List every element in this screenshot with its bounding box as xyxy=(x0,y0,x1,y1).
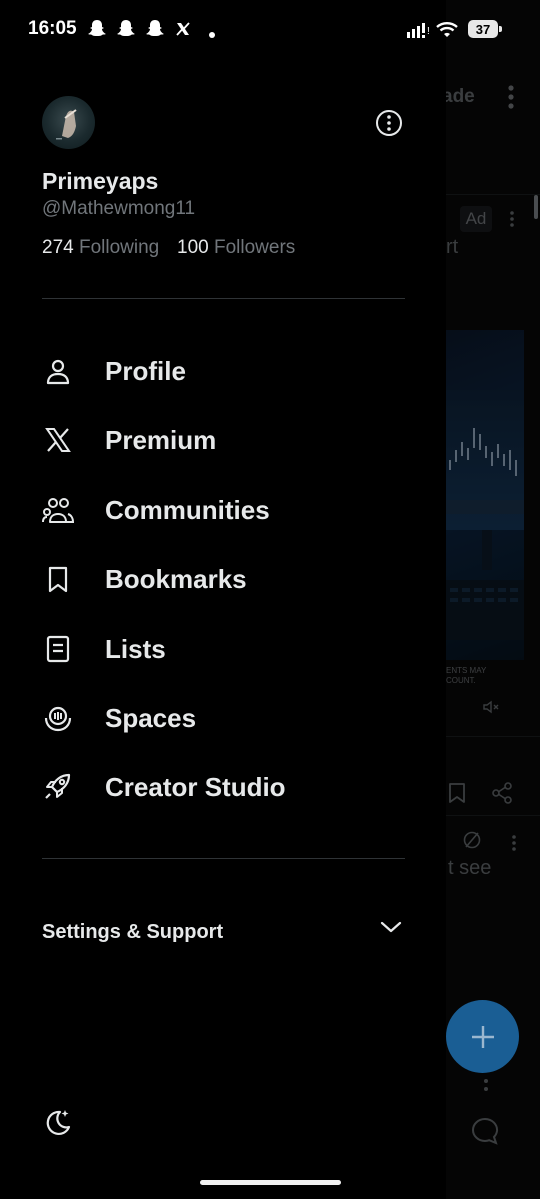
compose-button[interactable] xyxy=(446,1000,519,1073)
more-dots-icon xyxy=(483,1078,489,1099)
feed-post-text: rt xyxy=(446,236,459,258)
status-time: 16:05 xyxy=(28,18,77,39)
settings-support-toggle[interactable]: Settings & Support xyxy=(42,912,406,952)
share-action-icon[interactable] xyxy=(491,782,513,809)
menu-label: Bookmarks xyxy=(105,563,247,594)
user-handle: @Mathewmong11 xyxy=(42,198,196,219)
followers-link[interactable]: 100 Followers xyxy=(177,237,295,259)
following-label: Following xyxy=(78,237,160,258)
menu-item-spaces[interactable]: Spaces xyxy=(42,693,402,743)
hide-icon[interactable] xyxy=(462,830,482,855)
feed-header-text: ade xyxy=(446,86,475,107)
menu-item-creator-studio[interactable]: Creator Studio xyxy=(42,762,402,812)
list-icon xyxy=(42,633,74,665)
menu-label: Profile xyxy=(105,355,186,386)
followers-count: 100 xyxy=(177,237,209,258)
menu-item-profile[interactable]: Profile xyxy=(42,346,402,396)
menu-item-lists[interactable]: Lists xyxy=(42,624,402,674)
svg-text:!: ! xyxy=(427,26,430,37)
bookmark-icon xyxy=(42,563,74,595)
person-icon xyxy=(42,355,74,387)
communities-icon xyxy=(42,494,74,526)
home-indicator[interactable] xyxy=(200,1180,341,1185)
post-overflow-icon[interactable] xyxy=(510,834,518,857)
snapchat-icon xyxy=(116,18,136,43)
chevron-down-icon xyxy=(380,920,402,939)
rocket-icon xyxy=(42,771,74,803)
menu-label: Communities xyxy=(105,494,270,525)
menu-item-bookmarks[interactable]: Bookmarks xyxy=(42,554,402,604)
display-name[interactable]: Primeyaps xyxy=(42,168,158,195)
x-logo-icon xyxy=(42,424,74,456)
following-link[interactable]: 274 Following xyxy=(42,237,159,259)
plus-icon xyxy=(471,1025,494,1048)
account-more-button[interactable] xyxy=(374,108,404,138)
status-bar: 16:05 ! 37 xyxy=(0,0,540,58)
following-count: 274 xyxy=(42,237,74,258)
more-circle-icon xyxy=(376,110,402,136)
menu-label: Premium xyxy=(105,424,217,455)
menu-item-premium[interactable]: Premium xyxy=(42,415,402,465)
moon-stars-icon xyxy=(46,1110,71,1136)
dot-icon xyxy=(208,26,216,44)
theme-toggle-button[interactable] xyxy=(42,1106,74,1138)
signal-icon: ! xyxy=(406,22,432,43)
post-overflow-icon[interactable] xyxy=(508,210,516,233)
avatar[interactable] xyxy=(42,96,95,149)
mute-icon[interactable] xyxy=(482,698,500,721)
feed-media-image[interactable] xyxy=(446,330,524,660)
x-icon xyxy=(175,21,191,42)
feed-post-text: t see xyxy=(448,857,492,879)
wifi-icon xyxy=(436,21,458,44)
feed-scrollbar[interactable] xyxy=(534,195,538,219)
navigation-drawer: Primeyaps @Mathewmong11 274 Following 10… xyxy=(0,0,446,1199)
feed-overflow-icon[interactable] xyxy=(504,84,518,115)
messages-icon[interactable] xyxy=(470,1116,500,1151)
bookmark-action-icon[interactable] xyxy=(448,782,466,809)
snapchat-icon xyxy=(145,18,165,43)
menu-item-communities[interactable]: Communities xyxy=(42,485,402,535)
divider xyxy=(42,298,405,299)
menu-label: Lists xyxy=(105,633,166,664)
battery-indicator: 37 xyxy=(468,20,502,38)
menu-label: Spaces xyxy=(105,702,197,733)
snapchat-icon xyxy=(87,18,107,43)
settings-support-label: Settings & Support xyxy=(42,920,224,943)
spaces-icon xyxy=(42,702,74,734)
followers-label: Followers xyxy=(213,237,296,258)
ad-badge: Ad xyxy=(460,206,492,232)
divider xyxy=(42,858,405,859)
feed-disclaimer: ENTS MAY COUNT. xyxy=(446,666,487,685)
menu-label: Creator Studio xyxy=(105,771,286,802)
